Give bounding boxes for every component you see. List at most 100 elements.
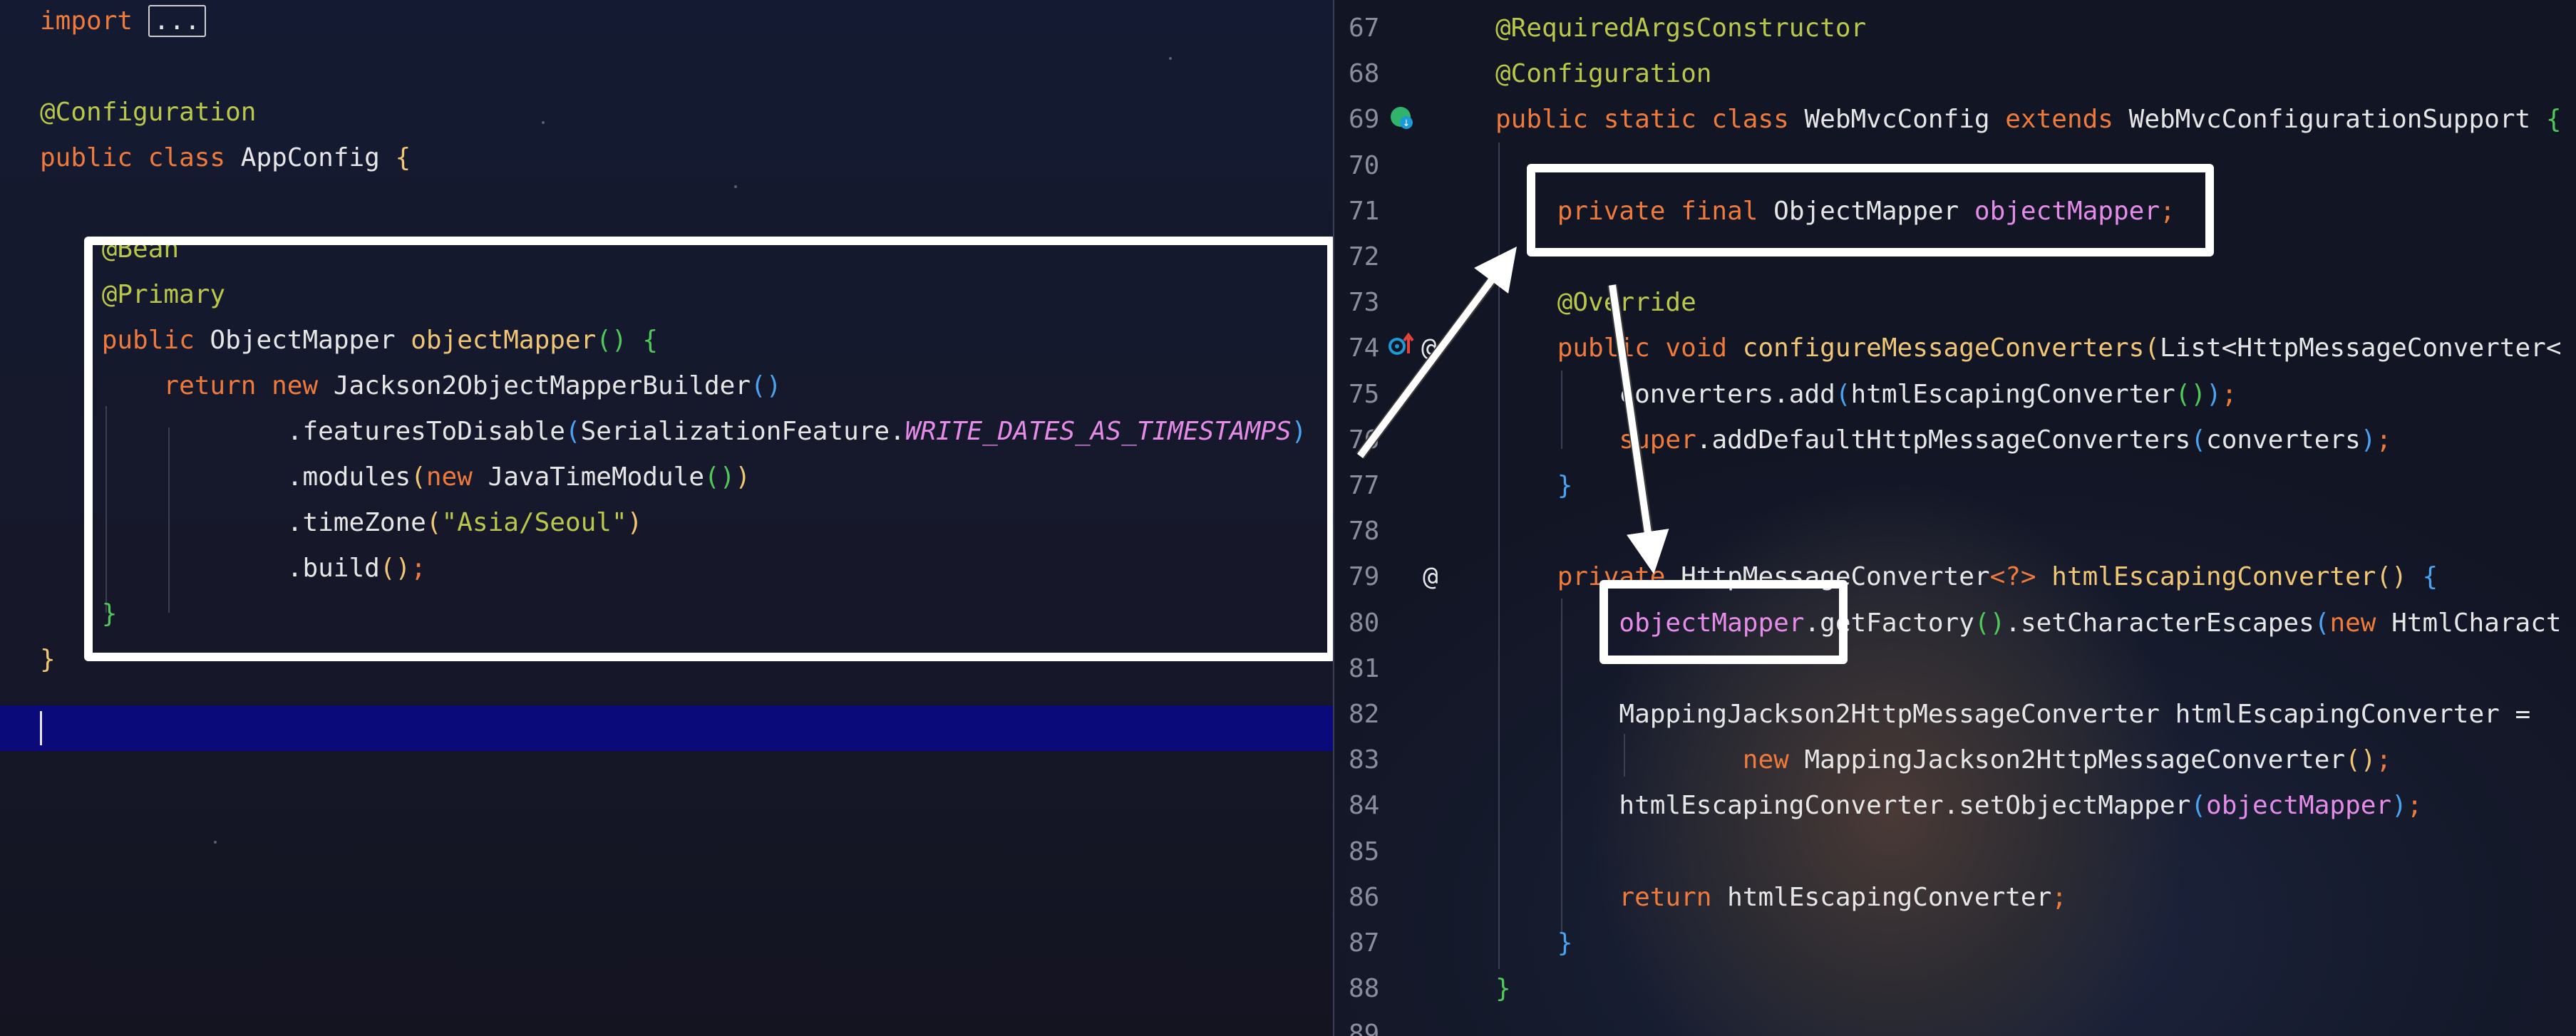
highlight-box-objectmapper-bean (84, 237, 1334, 661)
code-line[interactable]: 69 public static class WebMvcConfig exten… (1334, 97, 2576, 143)
svg-text:↓: ↓ (1403, 118, 1411, 129)
code-line[interactable]: @Configuration (0, 90, 1334, 135)
line-number: 88 (1349, 974, 1380, 1004)
code-text: htmlEscapingConverter.setObjectMapper(ob… (1495, 783, 2422, 829)
code-line[interactable]: 67 @RequiredArgsConstructor (1334, 6, 2576, 51)
code-line[interactable]: 76 super.addDefaultHttpMessageConverters… (1334, 418, 2576, 463)
line-number: 78 (1349, 517, 1380, 547)
code-token: ( (2144, 333, 2160, 363)
code-token: { (2545, 105, 2562, 135)
code-token: new (1495, 745, 1805, 775)
code-text: } (1495, 921, 1573, 966)
code-token: List<HttpMessageConverter< (2160, 333, 2562, 363)
line-number: 76 (1349, 425, 1380, 455)
code-line[interactable]: 88} (1334, 966, 2576, 1012)
code-text: } (1495, 463, 1573, 509)
line-number: 82 (1349, 700, 1380, 729)
code-line[interactable]: 78 (1334, 509, 2576, 554)
code-token: } (1495, 974, 1511, 1004)
line-number: 67 (1349, 14, 1380, 43)
code-text: public static class WebMvcConfig extends… (1495, 97, 2562, 143)
code-line[interactable]: 84 htmlEscapingConverter.setObjectMapper… (1334, 783, 2576, 829)
code-token: converters.add (1495, 379, 1835, 409)
code-token: import (40, 6, 148, 36)
code-line[interactable]: 86 return htmlEscapingConverter; (1334, 875, 2576, 921)
code-token: converters (2206, 425, 2361, 455)
code-text: MappingJackson2HttpMessageConverter html… (1495, 692, 2530, 737)
code-token: () (1974, 608, 2006, 638)
code-token: htmlEscapingConverter (1850, 379, 2175, 409)
code-token: htmlEscapingConverter.setObjectMapper (1495, 791, 2191, 821)
code-line[interactable]: 81 (1334, 646, 2576, 692)
override-gutter-icon[interactable] (1387, 331, 1416, 359)
code-line[interactable]: 80 objectMapper.getFactory().setCharacte… (1334, 601, 2576, 646)
code-token: MappingJackson2HttpMessageConverter (1804, 745, 2346, 775)
line-number: 89 (1349, 1020, 1380, 1036)
code-token: ; (2376, 425, 2392, 455)
code-line[interactable]: 68 @Configuration (1334, 51, 2576, 97)
code-line[interactable]: 77 } (1334, 463, 2576, 509)
code-token: { (395, 143, 411, 172)
code-token: ... (148, 5, 206, 37)
line-number: 70 (1349, 150, 1380, 180)
code-token: @Configuration (1495, 59, 1712, 89)
code-token: ; (2051, 882, 2067, 912)
code-token: <?> (1989, 562, 2052, 592)
code-line[interactable]: 74 public void configureMessageConverter… (1334, 326, 2576, 371)
code-token: extends (2005, 105, 2129, 135)
code-line[interactable]: 87 } (1334, 921, 2576, 966)
code-token: @Configuration (40, 98, 257, 127)
line-number: 83 (1349, 745, 1380, 775)
code-text: } (40, 637, 56, 683)
line-number: 71 (1349, 196, 1380, 226)
code-text: @Configuration (40, 90, 256, 135)
code-line[interactable]: 83 new MappingJackson2HttpMessageConvert… (1334, 737, 2576, 783)
code-line[interactable]: 79 private HttpMessageConverter<?> htmlE… (1334, 554, 2576, 600)
code-line[interactable]: public class AppConfig { (0, 135, 1334, 181)
line-number: 72 (1349, 242, 1380, 271)
line-number: 68 (1349, 59, 1380, 89)
code-line[interactable]: import ... (0, 0, 1334, 44)
background-dot (214, 841, 217, 844)
code-line[interactable]: 75 converters.add(htmlEscapingConverter(… (1334, 372, 2576, 418)
left-editor-pane[interactable]: import ... @Configuration public class App… (0, 0, 1334, 1036)
code-token: public void (1495, 333, 1743, 363)
code-token: super (1495, 425, 1696, 455)
code-token: () (2376, 562, 2423, 592)
line-number: 85 (1349, 836, 1380, 866)
code-token: WebMvcConfigurationSupport (2128, 105, 2546, 135)
code-token: () (2345, 745, 2376, 775)
code-token: @Override (1495, 288, 1696, 318)
line-number: 75 (1349, 379, 1380, 409)
code-line[interactable]: 82 MappingJackson2HttpMessageConverter h… (1334, 692, 2576, 737)
annotation-gutter-icon[interactable]: @ (1423, 554, 1438, 600)
line-number: 81 (1349, 653, 1380, 683)
code-text: converters.add(htmlEscapingConverter()); (1495, 372, 2237, 418)
line-number: 77 (1349, 471, 1380, 500)
implements-gutter-icon[interactable]: ↓ (1388, 104, 1416, 133)
right-editor-pane[interactable]: 67 @RequiredArgsConstructor 68 @Configurati… (1334, 0, 2576, 1036)
code-token: ) (2360, 425, 2376, 455)
code-token: { (2422, 562, 2438, 592)
annotation-gutter-icon[interactable]: @ (1421, 326, 1437, 371)
code-token: ) (2391, 791, 2407, 821)
text-cursor (40, 711, 42, 745)
code-token: .addDefaultHttpMessageConverters (1696, 425, 2191, 455)
code-token: return (1495, 882, 1728, 912)
code-token: .setCharacterEscapes (2005, 608, 2314, 638)
highlight-box-objectmapper-field (1527, 164, 2214, 257)
code-line[interactable]: 73 @Override (1334, 280, 2576, 326)
code-line[interactable]: 89 (1334, 1012, 2576, 1036)
code-line[interactable]: 85 (1334, 829, 2576, 875)
code-token: ( (1835, 379, 1851, 409)
current-line-highlight (0, 705, 1334, 751)
background-dot (734, 185, 737, 188)
code-token: public class (40, 143, 241, 172)
code-token: htmlEscapingConverter (1727, 882, 2052, 912)
code-text: new MappingJackson2HttpMessageConverter(… (1495, 737, 2391, 783)
code-text: @Override (1495, 280, 1696, 326)
code-text: public void configureMessageConverters(L… (1495, 326, 2562, 371)
code-text: super.addDefaultHttpMessageConverters(co… (1495, 418, 2391, 463)
code-text: import ... (40, 0, 206, 44)
code-token: ( (2314, 608, 2330, 638)
